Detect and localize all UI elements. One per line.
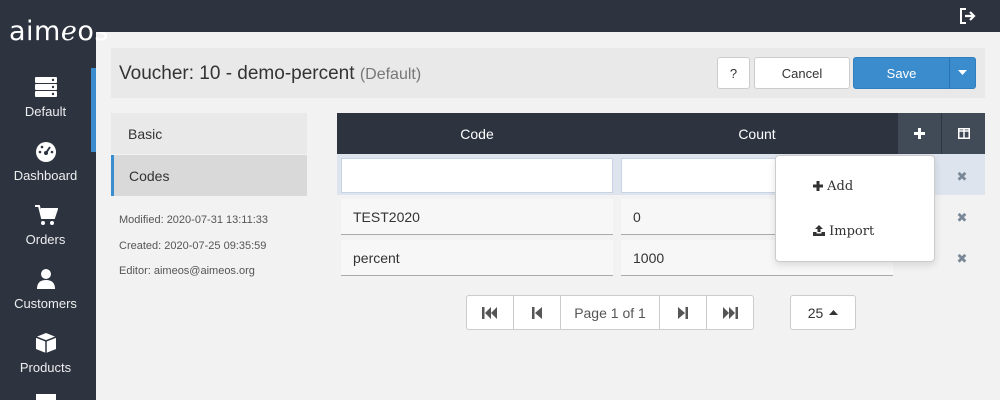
sidebar-item-label: Default [24,104,67,119]
logout-icon[interactable] [959,8,976,24]
columns-button[interactable] [942,113,985,154]
add-menu-item[interactable]: Add [813,179,853,194]
editor-name: Editor: aimeos@aimeos.org [119,265,255,277]
sidebar-item-label: Products [19,360,72,375]
plus-icon [813,181,823,191]
page-size-value: 25 [807,304,824,321]
import-menu-item[interactable]: Import [813,224,874,239]
add-dropdown-menu: Add Import [775,155,935,262]
box-icon [35,333,56,353]
server-icon [34,77,57,97]
column-header-code[interactable]: Code [337,113,617,154]
cancel-button[interactable]: Cancel [754,57,850,89]
next-page-button[interactable] [660,296,707,329]
columns-icon [957,128,970,139]
codes-table-header: Code Count [337,113,985,154]
modified-date: Modified: 2020-07-31 13:11:33 [119,214,269,226]
page-title-text: Voucher: 10 - demo-percent [119,63,355,84]
previous-page-button[interactable] [514,296,561,329]
upload-icon [813,225,825,236]
top-bar [96,0,1000,32]
caret-up-icon [829,310,839,315]
next-page-icon [678,306,688,319]
delete-row-icon[interactable]: ✖ [955,211,969,225]
column-header-count[interactable]: Count [617,113,897,154]
tab-basic[interactable]: Basic [111,113,307,154]
sidebar-item-label: Dashboard [13,168,78,183]
page-indicator: Page 1 of 1 [561,296,660,329]
created-date: Created: 2020-07-25 09:35:59 [119,240,267,252]
previous-page-icon [532,306,542,319]
help-button[interactable]: ? [717,57,750,89]
cart-icon [34,205,58,225]
user-icon [36,269,55,289]
first-page-button[interactable] [467,296,514,329]
code-cell[interactable]: percent [341,240,613,276]
last-page-button[interactable] [707,296,753,329]
tab-codes[interactable]: Codes [111,155,307,196]
save-button[interactable]: Save [853,57,950,89]
code-filter-input[interactable] [341,158,613,193]
pagination: Page 1 of 1 [466,295,754,330]
clear-filter-icon[interactable]: ✖ [955,170,969,184]
page-size-select[interactable]: 25 [790,295,856,330]
dashboard-icon [35,142,56,162]
caret-down-icon [958,70,967,75]
first-page-icon [482,306,497,319]
sidebar-item-label: Orders [25,232,66,247]
delete-row-icon[interactable]: ✖ [955,252,969,266]
sidebar-item-label: Customers [14,296,77,311]
page-title: Voucher: 10 - demo-percent (Default) [119,63,421,85]
sidebar-item-customers[interactable]: Customers [0,268,91,332]
sidebar-active-indicator [91,68,96,152]
sidebar: aimeos Default Dashboard Orders Customer… [0,0,108,400]
code-cell[interactable]: TEST2020 [341,199,613,235]
plus-icon [914,128,925,139]
sidebar-item-dashboard[interactable]: Dashboard [0,140,91,204]
sidebar-item-partial[interactable] [36,394,56,400]
save-options-button[interactable] [949,57,976,89]
last-page-icon [723,306,738,319]
sidebar-item-products[interactable]: Products [0,332,91,396]
sidebar-item-orders[interactable]: Orders [0,204,91,268]
aimeos-logo[interactable]: aimeos [9,16,109,47]
page-title-site: (Default) [359,66,422,83]
add-menu-button[interactable] [898,113,941,154]
sidebar-item-default[interactable]: Default [0,76,91,140]
